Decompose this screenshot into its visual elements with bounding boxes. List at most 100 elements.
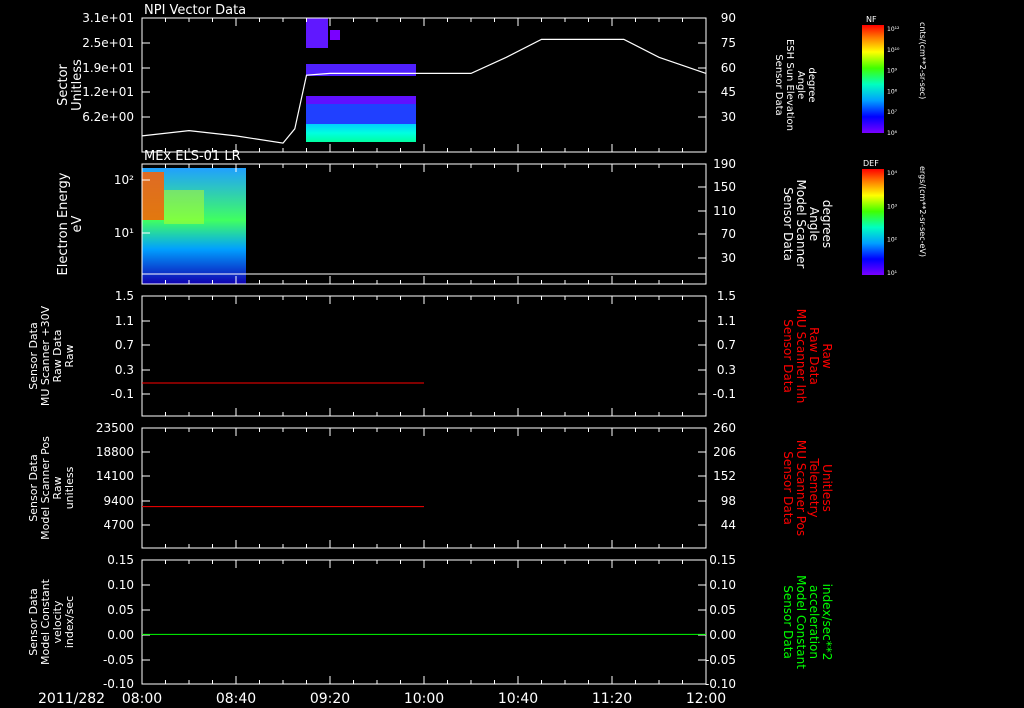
colorbar-def-label: DEF — [863, 159, 879, 168]
left-tick-label: 3.1e+01 — [82, 11, 134, 25]
sun-elevation-line — [141, 38, 707, 144]
right-tick-label: 150 — [713, 180, 736, 194]
time-tick-label: 10:40 — [498, 691, 538, 707]
colorbar-def-ticks: 10⁴ 10³ 10² 10¹ — [887, 170, 898, 277]
right-tick-label: 190 — [713, 157, 736, 171]
colorbar-def-gradient — [862, 169, 884, 275]
time-tick-label: 08:00 — [122, 691, 162, 707]
plot-canvas: NPI Vector Data 3.1e+01 2.5e+01 1.9e+01 1.2e… — [27, 3, 927, 707]
right-tick-label: 90 — [721, 11, 736, 25]
left-tick-label: 2.5e+01 — [82, 36, 134, 50]
panel-title: NPI Vector Data — [144, 3, 246, 18]
right-tick-label: 1.5 — [717, 289, 736, 303]
left-tick-label: 6.2e+00 — [82, 110, 134, 124]
left-tick-label: 0.7 — [115, 338, 134, 352]
left-tick-label: 0.00 — [107, 628, 134, 642]
colorbar-def: DEF ergs/(cm**2-sr-sec-eV) 10⁴ 10³ 10² 10¹ — [862, 159, 927, 277]
panel-stack: NPI Vector Data 3.1e+01 2.5e+01 1.9e+01 1.2e… — [27, 3, 834, 691]
npi-band-cyan — [306, 124, 416, 142]
right-axis-label: index/sec**2 — [820, 584, 834, 661]
npi-band-violet-lower — [306, 96, 416, 104]
right-axis-label: Sensor Data — [781, 585, 795, 659]
panel-4: 23500 18800 14100 9400 4700 260 206 152 98 44 Sens… — [27, 421, 834, 549]
right-tick-label: 1.1 — [717, 314, 736, 328]
right-axis-label: degree — [806, 67, 817, 102]
panel-5: 0.15 0.10 0.05 0.00 -0.05 -0.10 0.15 0.10 0.05 0.… — [27, 553, 834, 691]
right-tick-label: 0.10 — [709, 578, 736, 592]
panel-3: 1.5 1.1 0.7 0.3 -0.1 1.5 1.1 0.7 0.3 -0.1 Sensor D… — [27, 289, 834, 417]
els-spectrogram — [142, 168, 246, 284]
colorbar-nf-units: cnts/(cm**2-sr-sec) — [918, 22, 927, 99]
left-tick-label: 10² — [114, 173, 134, 187]
time-tick-label: 11:20 — [592, 691, 632, 707]
left-axis-label: Electron Energy — [56, 172, 71, 275]
right-axis-label: Raw Data — [807, 327, 821, 385]
left-tick-label: -0.05 — [103, 653, 134, 667]
right-tick-label: 0.3 — [717, 363, 736, 377]
right-axis-label: Angle — [795, 71, 806, 99]
left-axis-label: index/sec — [63, 596, 76, 648]
right-axis-label: Angle — [807, 207, 821, 241]
left-tick-label: 9400 — [103, 494, 134, 508]
right-axis-label: acceleration — [807, 585, 821, 659]
colorbar-tick-label: 10¹ — [887, 270, 898, 277]
right-tick-label: 0.15 — [709, 553, 736, 567]
right-axis-label: MU Scanner Inh — [794, 309, 808, 404]
panel-frame — [141, 17, 707, 153]
left-tick-label: 0.3 — [115, 363, 134, 377]
left-tick-label: 18800 — [96, 445, 134, 459]
right-tick-label: 44 — [721, 518, 736, 532]
left-tick-label: 4700 — [103, 518, 134, 532]
colorbar-tick-label: 10⁹ — [887, 68, 898, 75]
colorbar-nf-gradient — [862, 25, 884, 133]
left-axis-label: unitless — [63, 466, 76, 509]
right-tick-label: 45 — [721, 85, 736, 99]
right-axis-label: Sensor Data — [781, 187, 795, 261]
right-tick-label: 30 — [721, 110, 736, 124]
right-tick-label: 75 — [721, 36, 736, 50]
left-tick-label: 0.15 — [107, 553, 134, 567]
colorbar-def-units: ergs/(cm**2-sr-sec-eV) — [918, 166, 927, 257]
time-tick-label: 09:20 — [310, 691, 350, 707]
panel-frame — [141, 295, 707, 417]
left-tick-label: -0.10 — [103, 677, 134, 691]
right-axis-label: Sensor Data — [781, 451, 795, 525]
right-axis-label: Raw — [820, 343, 834, 368]
npi-band-violet-top — [306, 18, 328, 48]
colorbar-nf-label: NF — [866, 15, 877, 24]
time-tick-label: 12:00 — [686, 691, 726, 707]
right-tick-label: 260 — [713, 421, 736, 435]
colorbar-tick-label: 10¹⁰ — [887, 47, 900, 54]
panel-frame — [141, 427, 707, 549]
right-tick-label: 206 — [713, 445, 736, 459]
npi-band-blue — [306, 104, 416, 124]
right-tick-label: 0.7 — [717, 338, 736, 352]
left-tick-label: -0.1 — [111, 387, 134, 401]
left-axis-label: Raw — [63, 344, 76, 367]
els-warm-zone — [164, 190, 204, 224]
left-tick-label: 1.9e+01 — [82, 61, 134, 75]
colorbar-tick-label: 10¹² — [887, 26, 900, 33]
right-tick-label: 110 — [713, 204, 736, 218]
panel-1: NPI Vector Data 3.1e+01 2.5e+01 1.9e+01 1.2e… — [56, 3, 817, 153]
right-tick-label: 98 — [721, 494, 736, 508]
left-tick-label: 10¹ — [114, 226, 134, 240]
colorbar-tick-label: 10² — [887, 237, 898, 244]
right-axis-label: ESH Sun Elevation — [784, 39, 795, 131]
right-tick-label: 152 — [713, 469, 736, 483]
right-tick-label: 30 — [721, 251, 736, 265]
right-tick-label: -0.05 — [705, 653, 736, 667]
colorbar-tick-label: 10⁴ — [887, 170, 898, 177]
left-axis-label: eV — [70, 215, 85, 232]
panel-title: MEx ELS-01 LR — [144, 149, 241, 164]
left-tick-label: 0.05 — [107, 603, 134, 617]
time-tick-label: 10:00 — [404, 691, 444, 707]
right-axis-label: Unitless — [820, 464, 834, 512]
left-axis-label: Sector — [56, 63, 71, 105]
left-tick-label: 14100 — [96, 469, 134, 483]
npi-spectrogram — [306, 18, 416, 142]
time-axis: 08:00 08:40 09:20 10:00 10:40 11:20 12:00 — [122, 691, 726, 707]
colorbar-tick-label: 10⁷ — [887, 109, 898, 116]
right-tick-label: 0.05 — [709, 603, 736, 617]
colorbar-tick-label: 10⁸ — [887, 88, 898, 95]
